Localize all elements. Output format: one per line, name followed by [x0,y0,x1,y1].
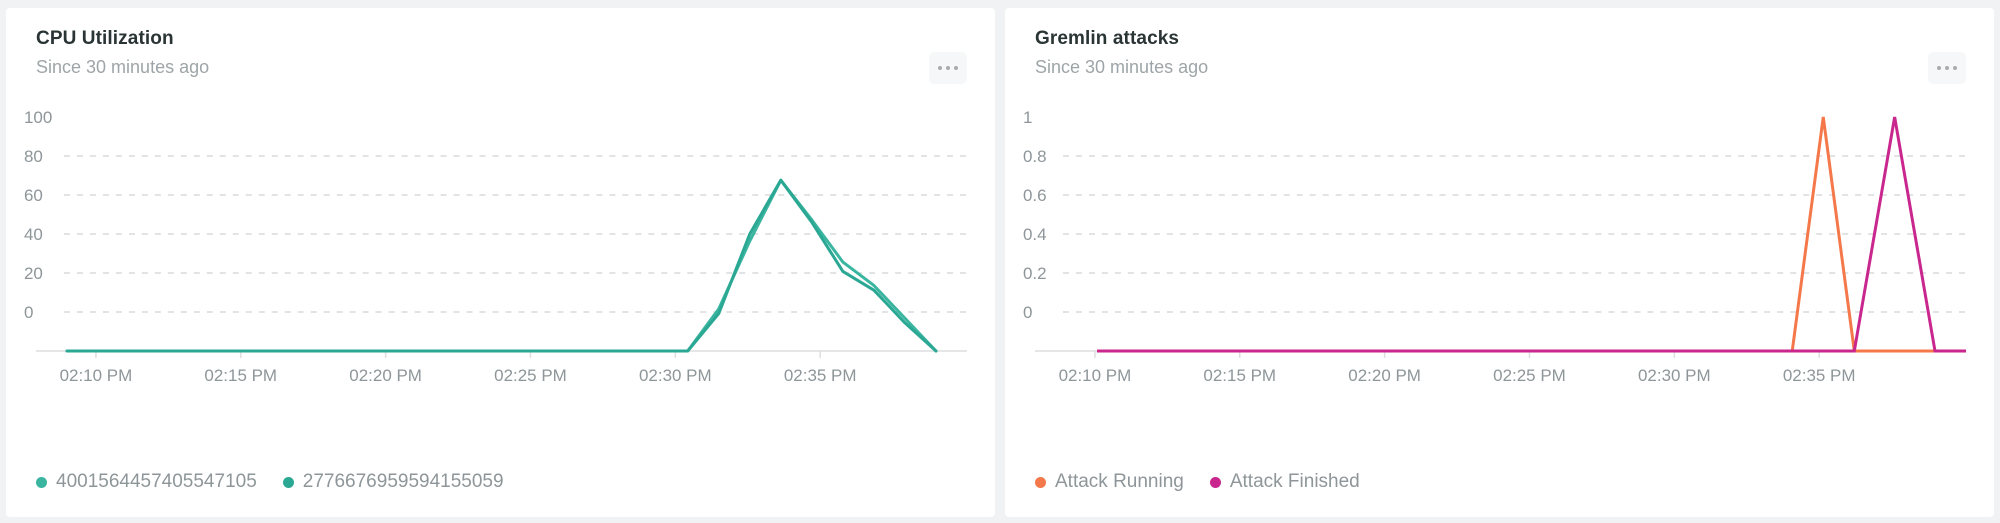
panel-subtitle: Since 30 minutes ago [1035,57,1209,77]
legend-item[interactable]: Attack Running [1035,471,1184,493]
x-tick-label: 02:30 PM [1638,366,1711,385]
dot-icon [946,66,950,70]
y-tick-label: 0 [24,303,33,322]
dot-icon [954,66,958,70]
chart-legend: 4001564457405547105 2776676959594155059 [36,471,504,493]
dot-icon [1945,66,1949,70]
chart-cpu-utilization: 100 80 60 40 20 0 02:10 PM 02:15 PM 02:2… [6,108,995,398]
y-tick-label: 100 [24,108,52,127]
panel-cpu-utilization: CPU Utilization Since 30 minutes ago 100… [6,8,995,517]
chart-legend: Attack Running Attack Finished [1035,471,1360,493]
x-tick-label: 02:10 PM [1059,366,1132,385]
chart-gremlin-attacks: 1 0.8 0.6 0.4 0.2 0 02:10 PM 02:15 PM 02… [1005,108,1994,398]
y-tick-label: 1 [1023,108,1032,127]
gridlines [63,155,968,313]
y-tick-label: 20 [24,264,43,283]
legend-color-dot [1209,476,1221,488]
panel-title: Gremlin attacks [1035,28,1180,49]
chart-svg: 1 0.8 0.6 0.4 0.2 0 02:10 PM 02:15 PM 02… [1023,108,1967,385]
panel-header: CPU Utilization Since 30 minutes ago [36,28,209,78]
x-axis-labels: 02:10 PM 02:15 PM 02:20 PM 02:25 PM 02:3… [60,366,857,385]
x-tick-label: 02:20 PM [349,366,422,385]
legend-item[interactable]: Attack Finished [1209,471,1360,493]
panel-gremlin-attacks: Gremlin attacks Since 30 minutes ago 1 0… [1005,8,1994,517]
y-tick-label: 40 [24,225,43,244]
x-tick-label: 02:20 PM [1348,366,1421,385]
series-line-1 [65,178,938,353]
dot-icon [1953,66,1957,70]
chart-svg: 100 80 60 40 20 0 02:10 PM 02:15 PM 02:2… [24,108,968,385]
x-tick-label: 02:35 PM [784,366,857,385]
y-tick-label: 0.8 [1023,147,1047,166]
x-tick-label: 02:25 PM [1493,366,1566,385]
legend-item[interactable]: 4001564457405547105 [36,471,257,493]
dot-icon [1937,66,1941,70]
x-tick-label: 02:10 PM [60,366,133,385]
legend-color-dot [1035,476,1046,488]
panel-menu-button[interactable] [929,52,967,84]
x-tick-label: 02:25 PM [494,366,567,385]
y-axis-labels: 1 0.8 0.6 0.4 0.2 0 [1023,108,1047,322]
legend-color-dot [36,476,47,488]
x-tick-label: 02:15 PM [1203,366,1276,385]
x-tick-label: 02:15 PM [204,366,277,385]
panel-menu-button[interactable] [1928,52,1966,84]
panel-subtitle: Since 30 minutes ago [36,57,210,77]
dot-icon [938,66,942,70]
y-tick-label: 0.2 [1023,264,1047,283]
y-axis-labels: 100 80 60 40 20 0 [24,108,52,322]
legend-label: Attack Running [1055,471,1184,492]
legend-label: 4001564457405547105 [56,471,257,492]
x-axis-labels: 02:10 PM 02:15 PM 02:20 PM 02:25 PM 02:3… [1059,366,1856,385]
series-lines [65,178,938,353]
legend-item[interactable]: 2776676959594155059 [282,471,504,493]
dashboard-board: CPU Utilization Since 30 minutes ago 100… [0,0,2000,523]
y-tick-label: 0.6 [1023,186,1047,205]
y-tick-label: 0 [1023,303,1032,322]
panel-header: Gremlin attacks Since 30 minutes ago [1035,28,1208,78]
y-tick-label: 80 [24,147,43,166]
legend-label: Attack Finished [1229,471,1360,492]
x-tick-label: 02:35 PM [1783,366,1856,385]
legend-label: 2776676959594155059 [302,471,504,492]
y-tick-label: 60 [24,186,43,205]
y-tick-label: 0.4 [1023,225,1047,244]
legend-color-dot [282,476,294,488]
series-line-0 [65,178,938,353]
x-tick-label: 02:30 PM [639,366,712,385]
panel-title: CPU Utilization [36,28,174,49]
